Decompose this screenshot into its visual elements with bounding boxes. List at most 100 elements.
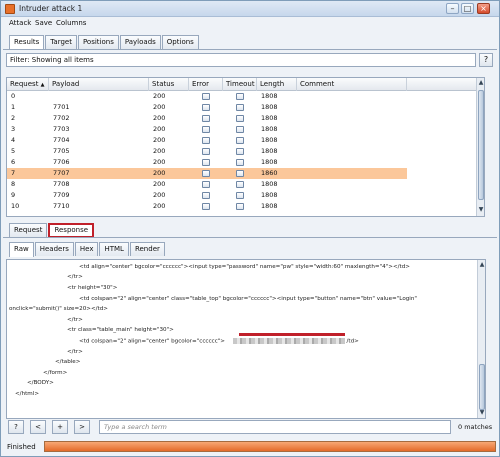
cell-status: 200: [153, 147, 166, 155]
results-table: Request ▲ Payload Status Error Timeout L…: [6, 77, 485, 217]
table-row[interactable]: 4 7704 200 1808: [7, 135, 407, 146]
column-request[interactable]: Request ▲: [7, 78, 49, 91]
table-row[interactable]: 0 200 1808: [7, 91, 407, 102]
cell-payload: 7705: [53, 147, 70, 155]
search-help-button[interactable]: ?: [8, 420, 24, 434]
main-tabs: Results Target Positions Payloads Option…: [9, 35, 200, 50]
code-line: <td colspan="2" align="center" class="ta…: [79, 296, 417, 302]
table-row[interactable]: 5 7705 200 1808: [7, 146, 407, 157]
error-checkbox: [202, 104, 210, 111]
cell-status: 200: [153, 202, 166, 210]
cell-status: 200: [153, 169, 166, 177]
scroll-thumb[interactable]: [479, 364, 485, 410]
code-text: /td>: [346, 338, 359, 345]
search-bar: ? < + > Type a search term 0 matches: [6, 420, 495, 435]
column-comment[interactable]: Comment: [297, 78, 407, 91]
help-button[interactable]: ?: [479, 53, 493, 67]
cell-payload: 7708: [53, 180, 70, 188]
search-next-button[interactable]: >: [74, 420, 90, 434]
code-line: onclick="submit()" size=20></td>: [9, 306, 108, 312]
cell-request: 6: [11, 158, 16, 166]
tab-positions[interactable]: Positions: [77, 35, 119, 49]
tab-hex[interactable]: Hex: [74, 242, 99, 256]
tab-raw[interactable]: Raw: [9, 242, 34, 257]
search-input[interactable]: Type a search term: [99, 420, 451, 434]
tab-options[interactable]: Options: [161, 35, 199, 49]
timeout-checkbox: [236, 115, 244, 122]
tab-results[interactable]: Results: [9, 35, 45, 50]
table-row[interactable]: 1 7701 200 1808: [7, 102, 407, 113]
error-checkbox: [202, 93, 210, 100]
cell-status: 200: [153, 191, 166, 199]
cell-status: 200: [153, 158, 166, 166]
column-timeout[interactable]: Timeout: [223, 78, 257, 91]
filter-text: Filter: Showing all items: [10, 56, 94, 64]
table-row[interactable]: 10 7710 200 1808: [7, 201, 407, 212]
error-checkbox: [202, 192, 210, 199]
scroll-up-icon[interactable]: ▲: [477, 79, 484, 87]
tab-payloads[interactable]: Payloads: [119, 35, 161, 49]
menu-save[interactable]: Save: [35, 19, 52, 27]
code-scrollbar[interactable]: ▲ ▼: [477, 260, 485, 418]
table-row[interactable]: 9 7709 200 1808: [7, 190, 407, 201]
detail-divider: [3, 237, 497, 238]
cell-request: 3: [11, 125, 16, 133]
tab-html[interactable]: HTML: [99, 242, 129, 256]
code-line: </table>: [55, 359, 81, 365]
tab-headers[interactable]: Headers: [34, 242, 74, 256]
tab-request[interactable]: Request: [9, 223, 48, 237]
menu-attack[interactable]: Attack: [9, 19, 31, 27]
cell-length: 1808: [261, 158, 278, 166]
view-tabs: Raw Headers Hex HTML Render: [9, 242, 166, 257]
timeout-checkbox: [236, 148, 244, 155]
column-payload[interactable]: Payload: [49, 78, 149, 91]
redaction-marker: [239, 333, 345, 336]
column-error[interactable]: Error: [189, 78, 223, 91]
tab-render[interactable]: Render: [129, 242, 165, 256]
code-line: </BODY>: [27, 380, 54, 386]
table-row[interactable]: 2 7702 200 1808: [7, 113, 407, 124]
code-line: <tr height="30">: [67, 285, 118, 291]
search-prev-button[interactable]: <: [30, 420, 46, 434]
cell-length: 1860: [261, 169, 278, 177]
column-length[interactable]: Length: [257, 78, 297, 91]
scroll-down-icon[interactable]: ▼: [478, 409, 485, 417]
cell-length: 1808: [261, 147, 278, 155]
tab-target[interactable]: Target: [45, 35, 77, 49]
cell-request: 5: [11, 147, 16, 155]
error-checkbox: [202, 181, 210, 188]
cell-status: 200: [153, 92, 166, 100]
table-row[interactable]: 7 7707 200 1860: [7, 168, 407, 179]
cell-length: 1808: [261, 136, 278, 144]
cell-request: 2: [11, 114, 16, 122]
error-checkbox: [202, 115, 210, 122]
timeout-checkbox: [236, 93, 244, 100]
close-icon[interactable]: ×: [477, 3, 490, 14]
cell-request: 4: [11, 136, 16, 144]
response-raw-view[interactable]: <td align="center" bgcolor="cccccc"><inp…: [6, 259, 486, 419]
scroll-down-icon[interactable]: ▼: [477, 206, 484, 214]
scroll-thumb[interactable]: [478, 90, 484, 200]
filter-bar[interactable]: Filter: Showing all items: [6, 53, 476, 67]
code-line: </form>: [43, 370, 68, 376]
maximize-icon[interactable]: □: [461, 3, 474, 14]
timeout-checkbox: [236, 126, 244, 133]
table-row[interactable]: 6 7706 200 1808: [7, 157, 407, 168]
tab-divider: [3, 49, 497, 50]
table-row[interactable]: 3 7703 200 1808: [7, 124, 407, 135]
cell-status: 200: [153, 125, 166, 133]
cell-request: 8: [11, 180, 16, 188]
code-line: <tr class="table_main" height="30">: [67, 327, 174, 333]
redacted-text: [232, 338, 345, 344]
menu-columns[interactable]: Columns: [56, 19, 86, 27]
intruder-window: Intruder attack 1 – □ × Attack Save Colu…: [0, 0, 500, 457]
cell-payload: 7702: [53, 114, 70, 122]
cell-request: 0: [11, 92, 16, 100]
scroll-up-icon[interactable]: ▲: [478, 261, 485, 269]
search-add-button[interactable]: +: [52, 420, 68, 434]
minimize-icon[interactable]: –: [446, 3, 459, 14]
table-scrollbar[interactable]: ▲ ▼: [476, 78, 484, 216]
column-status[interactable]: Status: [149, 78, 189, 91]
tab-response[interactable]: Response: [48, 223, 95, 238]
table-row[interactable]: 8 7708 200 1808: [7, 179, 407, 190]
